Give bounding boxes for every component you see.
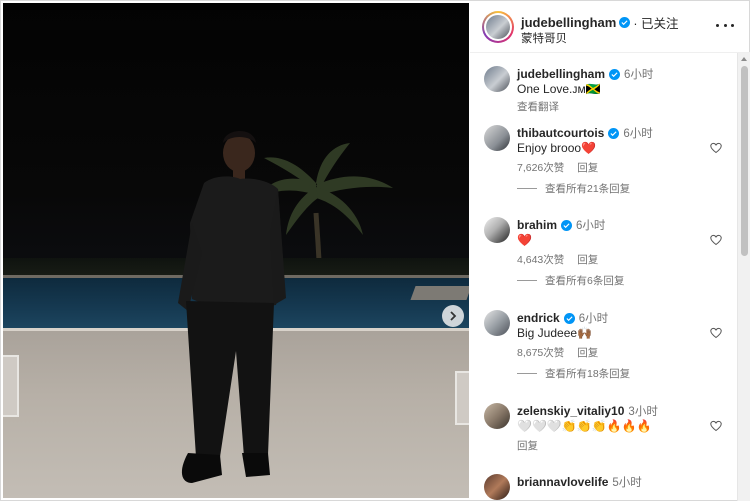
comment-likes[interactable]: 7,626次赞 (517, 162, 564, 174)
author-avatar[interactable] (482, 11, 514, 43)
comment-avatar[interactable] (484, 125, 510, 151)
comment-username[interactable]: brahim (517, 218, 557, 232)
comment-time: 6小时 (578, 313, 609, 325)
comment-text: 🤍🤍🤍👏👏👏🔥🔥🔥 (517, 419, 652, 433)
view-replies-label: 查看所有21条回复 (545, 183, 631, 195)
view-replies-link[interactable]: 查看所有6条回复 (517, 273, 624, 288)
next-image-button[interactable] (442, 305, 464, 327)
person-figure (178, 130, 286, 483)
comments-list: judebellingham 6小时 One Love.ᴊᴍ🇯🇲 查看翻译 th… (470, 53, 736, 501)
verified-badge-icon (608, 127, 620, 139)
comment-text: ❤️ (517, 233, 532, 247)
verified-badge-icon (563, 312, 575, 324)
comment-username[interactable]: briannavlovelife (517, 475, 608, 489)
comments-scrollbar[interactable] (737, 53, 750, 501)
author-username[interactable]: judebellingham (521, 15, 616, 30)
caption-username[interactable]: judebellingham (517, 67, 605, 81)
scroll-up-arrow-icon[interactable] (741, 57, 747, 61)
comment-time: 6小时 (576, 220, 606, 232)
pool-lounger (410, 286, 469, 300)
reply-button[interactable]: 回复 (577, 254, 598, 266)
comment-time: 3小时 (628, 406, 658, 418)
see-translation-link[interactable]: 查看翻译 (517, 99, 559, 114)
reply-button[interactable]: 回复 (517, 440, 538, 452)
comment-avatar[interactable] (484, 474, 510, 500)
verified-badge-icon (609, 68, 621, 80)
comment-likes[interactable]: 4,643次赞 (517, 254, 564, 266)
comment-avatar[interactable] (484, 403, 510, 429)
heart-icon[interactable] (710, 327, 722, 339)
comment-text: Big Judeee🙌🏾 (517, 326, 592, 340)
more-dots-icon[interactable] (716, 18, 734, 32)
post-panel: judebellingham · 已关注 蒙特哥贝 judebellingham… (470, 0, 750, 501)
caption-text: One Love.ᴊᴍ🇯🇲 (517, 82, 601, 96)
comment-text: Enjoy brooo❤️ (517, 141, 596, 155)
comment-avatar[interactable] (484, 310, 510, 336)
view-replies-link[interactable]: 查看所有18条回复 (517, 366, 630, 381)
view-replies-label: 查看所有18条回复 (545, 368, 631, 380)
comment-time: 6小时 (623, 128, 653, 140)
view-replies-link[interactable]: 查看所有21条回复 (517, 181, 630, 196)
caption-avatar[interactable] (484, 66, 510, 92)
reply-button[interactable]: 回复 (577, 162, 598, 174)
chair-right (455, 371, 469, 425)
comment-avatar[interactable] (484, 217, 510, 243)
comment-username[interactable]: zelenskiy_vitaliy10 (517, 404, 624, 418)
view-replies-label: 查看所有6条回复 (545, 275, 625, 287)
comment-username[interactable]: thibautcourtois (517, 126, 604, 140)
post-header: judebellingham · 已关注 蒙特哥贝 (470, 0, 750, 53)
chair-left (3, 355, 19, 417)
follow-status[interactable]: · 已关注 (633, 13, 678, 32)
heart-icon[interactable] (710, 420, 722, 432)
post-image (3, 3, 469, 498)
heart-icon[interactable] (710, 142, 722, 154)
chevron-right-icon (450, 311, 457, 321)
comment-time: 5小时 (612, 477, 642, 489)
verified-badge-icon (561, 219, 573, 231)
scrollbar-thumb[interactable] (741, 66, 748, 256)
caption-time: 6小时 (624, 69, 654, 81)
comment-username[interactable]: endrick (517, 311, 560, 325)
location-link[interactable]: 蒙特哥贝 (521, 30, 567, 46)
reply-button[interactable]: 回复 (577, 347, 598, 359)
heart-icon[interactable] (710, 234, 722, 246)
verified-badge-icon (619, 17, 631, 28)
comment-likes[interactable]: 8,675次赞 (517, 347, 564, 359)
